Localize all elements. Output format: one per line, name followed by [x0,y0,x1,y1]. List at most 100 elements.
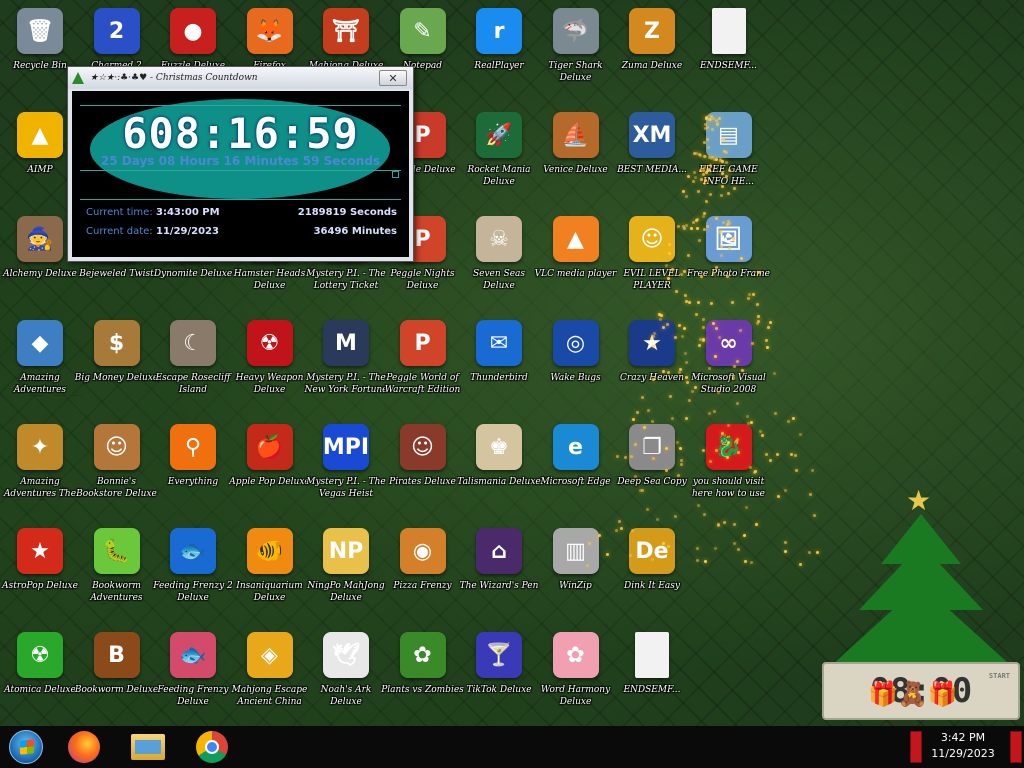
desktop-icon[interactable]: ▥ WinZip [536,520,616,620]
folder-icon [131,734,165,760]
current-time: 3:43:00 PM [156,207,220,218]
desktop-icon[interactable]: XM BEST MEDIA... [612,104,692,204]
desktop-icon[interactable]: ❐ Deep Sea Copy [612,416,692,516]
christmas-tree-widget[interactable]: ★ 08:00 START 🎁🧸🎁 [818,480,1024,726]
sparkle [691,220,695,224]
taskbar-firefox[interactable] [56,727,112,767]
desktop-icon[interactable]: ☺ Pirates Deluxe [383,416,463,516]
thunderbird-icon: ✉ [476,320,522,366]
resize-toggle[interactable] [392,171,399,178]
desktop-icon[interactable]: ✉ Thunderbird [459,312,539,412]
desktop-icon[interactable]: r RealPlayer [459,0,539,100]
shark-icon: 🦈 [552,8,599,54]
desktop-icon-label: Pizza Frenzy [393,581,452,591]
desktop-icon[interactable]: ENDSEMF... [689,0,769,100]
desktop-icon[interactable]: ◎ Wake Bugs [536,312,616,412]
aimp-icon: ▲ [17,112,63,158]
desktop-icon[interactable]: ◈ Mahjong Escape Ancient China [230,624,310,724]
taskbar-chrome[interactable] [184,727,240,767]
desktop-icon[interactable]: ▲ VLC media player [534,208,617,308]
desktop-icon[interactable]: M Mystery P.I. - The New York Fortune [305,312,387,412]
porthole-icon: ◎ [552,320,599,366]
desktop-icon[interactable]: ✿ Word Harmony Deluxe [536,624,616,724]
notepad-icon: ✎ [399,8,446,54]
taskbar-file-explorer[interactable] [120,727,176,767]
desktop-icon[interactable]: 🐉 you should visit here how to use the sy… [689,416,769,516]
desktop-icon[interactable]: 🐟 Feeding Frenzy Deluxe [153,624,233,724]
desktop-icon[interactable]: 🐠 Insaniquarium Deluxe [230,520,310,620]
desktop-icon-label: VLC media player [534,269,617,279]
sparkle [807,550,811,554]
window-title: ★☆★·:♣·♣♥ - Christmas Countdown [90,73,258,83]
system-clock[interactable]: 3:42 PM 11/29/2023 [918,730,1008,762]
desktop-icon[interactable]: ☾ Escape Rosecliff Island [153,312,233,412]
desktop-icon[interactable]: Z Zuma Deluxe [612,0,692,100]
desktop-icon[interactable]: ♚ Talismania Deluxe [457,416,541,516]
radiation-icon: ☢ [246,320,293,366]
desktop-icon[interactable]: ◉ Pizza Frenzy [383,520,463,620]
desktop-icon[interactable]: ⚲ Everything [153,416,233,516]
desktop-icon-label: FREE GAME INFO HE... [699,165,758,187]
desktop-icon[interactable]: ☺ EVIL LEVEL PLAYER [612,208,692,308]
desktop-icon[interactable]: 🕊 Noah's Ark Deluxe [306,624,386,724]
sparkle [692,170,696,174]
desktop-icon[interactable]: ★ Crazy Heaven [612,312,692,412]
desktop-icon-label: Bookworm Adventures Deluxe [90,581,143,603]
sparkle [783,488,787,492]
sparkle [640,488,644,492]
desktop-icon[interactable]: 🍸 TikTok Deluxe [459,624,539,724]
wizard-icon: 🧙 [17,216,63,262]
sparkle [614,528,618,532]
mpi-icon: MPI [323,424,369,470]
sparkle [695,312,699,316]
sparkle [664,468,668,472]
desktop-icon[interactable]: ⌂ The Wizard's Pen [459,520,539,620]
close-button[interactable]: ✕ [379,70,407,86]
desktop-icon[interactable]: ☢ Atomica Deluxe [0,624,80,724]
desktop-icon[interactable]: 🦈 Tiger Shark Deluxe [536,0,616,100]
countdown-titlebar[interactable]: ★☆★·:♣·♣♥ - Christmas Countdown [68,67,413,89]
desktop-icon[interactable]: NP NingPo MahJong Deluxe [306,520,386,620]
show-desktop-button[interactable] [1010,731,1022,763]
desktop-icon[interactable]: $ Big Money Deluxe [75,312,158,412]
pizza-icon: ◉ [399,528,446,574]
sparkle [664,446,668,450]
sparkle [684,194,688,198]
desktop-icon[interactable]: 🐛 Bookworm Adventures Deluxe [77,520,157,620]
desktop-icon[interactable]: ENDSEMF... [612,624,692,724]
sparkle [686,175,690,179]
sparkle [728,340,732,344]
desktop-icon[interactable]: De Dink It Easy [612,520,692,620]
countdown-window[interactable]: ★☆★·:♣·♣♥ - Christmas Countdown ✕ 608:16… [67,66,414,262]
sparkle [726,440,730,444]
sparkle [676,224,680,228]
desktop-icon[interactable]: P Peggle World of Warcraft Edition [383,312,463,412]
sparkle [667,242,671,246]
desktop-icon[interactable]: 🐟 Feeding Frenzy 2 Deluxe [153,520,233,620]
desktop-icon-label: ENDSEMF... [623,685,681,695]
sparkle [650,557,654,561]
desktop-icon[interactable]: ☠ Seven Seas Deluxe [459,208,539,308]
sparkle [768,458,772,462]
desktop-icon[interactable]: ☺ Bonnie's Bookstore Deluxe [76,416,157,516]
sparkle [720,184,724,188]
desktop-icon-label: Everything [167,477,219,487]
desktop-icon[interactable]: e Microsoft Edge [536,416,616,516]
sparkle [712,116,716,120]
desktop-icon[interactable]: ∞ Microsoft Visual Studio 2008 [689,312,769,412]
desktop-icon[interactable]: ◆ Amazing Adventures Around The World [0,312,80,412]
sparkle [725,274,729,278]
desktop-icon[interactable]: ✦ Amazing Adventures The Lost Tomb [0,416,80,516]
desktop-icon[interactable]: ★ AstroPop Deluxe [0,520,80,620]
desktop-icon[interactable]: ⛵ Venice Deluxe [536,104,616,204]
desktop-icon[interactable]: B Bookworm Deluxe [75,624,158,724]
desktop-icon[interactable]: ✿ Plants vs Zombies [381,624,464,724]
desktop-icon[interactable]: MPI Mystery P.I. - The Vegas Heist [306,416,386,516]
desktop-icon[interactable]: 🍎 Apple Pop Deluxe [229,416,310,516]
desktop-icon[interactable]: ☢ Heavy Weapon Deluxe [230,312,310,412]
start-button[interactable] [4,727,48,767]
desktop-icon[interactable]: 🚀 Rocket Mania Deluxe [459,104,539,204]
sparkle [718,335,722,339]
desktop-icon-label: Rocket Mania Deluxe [467,165,531,187]
desktop-icon-label: Heavy Weapon Deluxe [235,373,304,395]
